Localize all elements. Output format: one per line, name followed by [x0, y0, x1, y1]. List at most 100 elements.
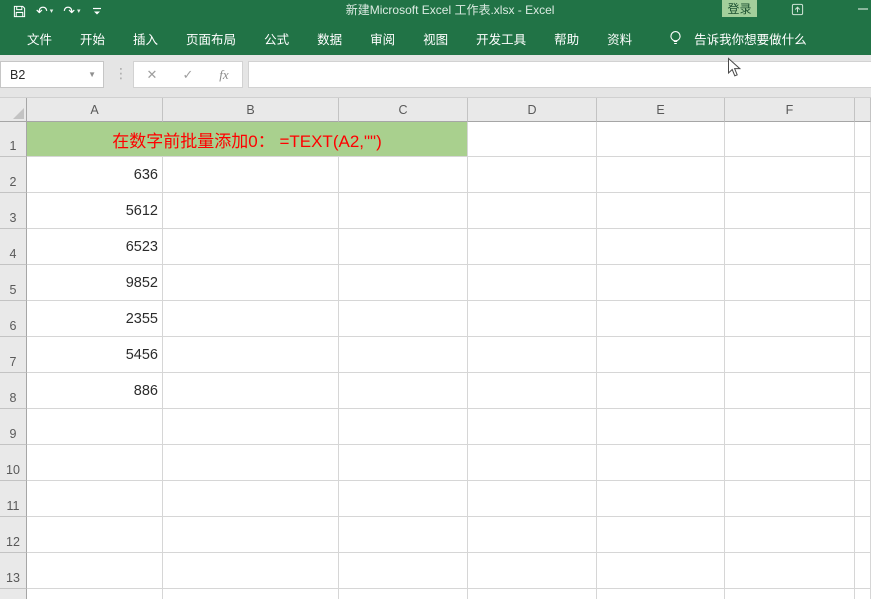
cell-D5[interactable] [468, 265, 597, 301]
cell-D10[interactable] [468, 445, 597, 481]
row-header-4[interactable]: 4 [0, 229, 27, 265]
cell-partial-1[interactable] [855, 122, 871, 157]
undo-dropdown-icon[interactable]: ▾ [50, 7, 54, 15]
cell-E9[interactable] [597, 409, 725, 445]
tab-formulas[interactable]: 公式 [250, 22, 303, 55]
cell-B8[interactable] [163, 373, 339, 409]
cell-C9[interactable] [339, 409, 468, 445]
cell-C8[interactable] [339, 373, 468, 409]
cell-F3[interactable] [725, 193, 855, 229]
cell-B6[interactable] [163, 301, 339, 337]
cell-D7[interactable] [468, 337, 597, 373]
cell-B13[interactable] [163, 553, 339, 589]
row-header-8[interactable]: 8 [0, 373, 27, 409]
cell-partial-8[interactable] [855, 373, 871, 409]
cell-E7[interactable] [597, 337, 725, 373]
redo-dropdown-icon[interactable]: ▾ [77, 7, 81, 15]
cell-F13[interactable] [725, 553, 855, 589]
cell-A10[interactable] [27, 445, 163, 481]
row-header-12[interactable]: 12 [0, 517, 27, 553]
cell-partial-bottom[interactable] [339, 589, 468, 599]
cell-partial-bottom[interactable] [27, 589, 163, 599]
tell-me-box[interactable]: 告诉我你想要做什么 [668, 29, 807, 48]
cell-D4[interactable] [468, 229, 597, 265]
cell-A2[interactable]: 636 [27, 157, 163, 193]
cell-E5[interactable] [597, 265, 725, 301]
tab-view[interactable]: 视图 [409, 22, 462, 55]
cell-F9[interactable] [725, 409, 855, 445]
row-header-10[interactable]: 10 [0, 445, 27, 481]
row-header-5[interactable]: 5 [0, 265, 27, 301]
cell-B9[interactable] [163, 409, 339, 445]
column-header-A[interactable]: A [27, 98, 163, 122]
cell-E4[interactable] [597, 229, 725, 265]
cell-C11[interactable] [339, 481, 468, 517]
cell-F6[interactable] [725, 301, 855, 337]
cell-A8[interactable]: 886 [27, 373, 163, 409]
cell-partial-bottom[interactable] [855, 589, 871, 599]
insert-function-icon[interactable]: fx [209, 67, 239, 83]
cell-F5[interactable] [725, 265, 855, 301]
cell-partial-11[interactable] [855, 481, 871, 517]
minimize-icon[interactable] [855, 1, 871, 17]
cell-F7[interactable] [725, 337, 855, 373]
cell-E12[interactable] [597, 517, 725, 553]
cell-C4[interactable] [339, 229, 468, 265]
row-header-partial[interactable] [0, 589, 27, 599]
column-header-D[interactable]: D [468, 98, 597, 122]
cell-D2[interactable] [468, 157, 597, 193]
cell-C7[interactable] [339, 337, 468, 373]
column-header-C[interactable]: C [339, 98, 468, 122]
cell-F11[interactable] [725, 481, 855, 517]
cell-F10[interactable] [725, 445, 855, 481]
cell-A4[interactable]: 6523 [27, 229, 163, 265]
undo-icon[interactable]: ↶▾ [31, 1, 58, 21]
cell-B3[interactable] [163, 193, 339, 229]
cell-C2[interactable] [339, 157, 468, 193]
cell-E13[interactable] [597, 553, 725, 589]
cell-E10[interactable] [597, 445, 725, 481]
cell-partial-9[interactable] [855, 409, 871, 445]
cell-partial-bottom[interactable] [163, 589, 339, 599]
cell-D13[interactable] [468, 553, 597, 589]
cell-partial-3[interactable] [855, 193, 871, 229]
cell-B2[interactable] [163, 157, 339, 193]
tab-insert[interactable]: 插入 [119, 22, 172, 55]
cell-D11[interactable] [468, 481, 597, 517]
tab-data[interactable]: 数据 [303, 22, 356, 55]
name-box[interactable]: B2 ▼ [0, 61, 104, 88]
cell-F8[interactable] [725, 373, 855, 409]
cell-C10[interactable] [339, 445, 468, 481]
row-header-1[interactable]: 1 [0, 122, 27, 157]
row-header-2[interactable]: 2 [0, 157, 27, 193]
cancel-icon[interactable]: ✕ [137, 67, 167, 83]
cell-F1[interactable] [725, 122, 855, 157]
cell-A12[interactable] [27, 517, 163, 553]
row-header-13[interactable]: 13 [0, 553, 27, 589]
cell-E8[interactable] [597, 373, 725, 409]
cell-A9[interactable] [27, 409, 163, 445]
cell-D8[interactable] [468, 373, 597, 409]
cell-partial-13[interactable] [855, 553, 871, 589]
cell-C12[interactable] [339, 517, 468, 553]
column-header-F[interactable]: F [725, 98, 855, 122]
cell-B12[interactable] [163, 517, 339, 553]
save-icon[interactable] [8, 1, 31, 21]
cell-partial-bottom[interactable] [597, 589, 725, 599]
cell-partial-6[interactable] [855, 301, 871, 337]
row-header-3[interactable]: 3 [0, 193, 27, 229]
cell-E3[interactable] [597, 193, 725, 229]
cell-partial-4[interactable] [855, 229, 871, 265]
tab-page-layout[interactable]: 页面布局 [172, 22, 250, 55]
tab-developer[interactable]: 开发工具 [462, 22, 540, 55]
tab-help[interactable]: 帮助 [540, 22, 593, 55]
customize-quick-access-toolbar-icon[interactable] [86, 1, 108, 21]
cell-B5[interactable] [163, 265, 339, 301]
cell-partial-bottom[interactable] [468, 589, 597, 599]
column-header-partial[interactable] [855, 98, 871, 122]
cell-A7[interactable]: 5456 [27, 337, 163, 373]
cell-partial-bottom[interactable] [725, 589, 855, 599]
cell-B11[interactable] [163, 481, 339, 517]
cell-D3[interactable] [468, 193, 597, 229]
merged-title-cell-a1[interactable]: 在数字前批量添加0： =TEXT(A2,"") [27, 122, 468, 157]
